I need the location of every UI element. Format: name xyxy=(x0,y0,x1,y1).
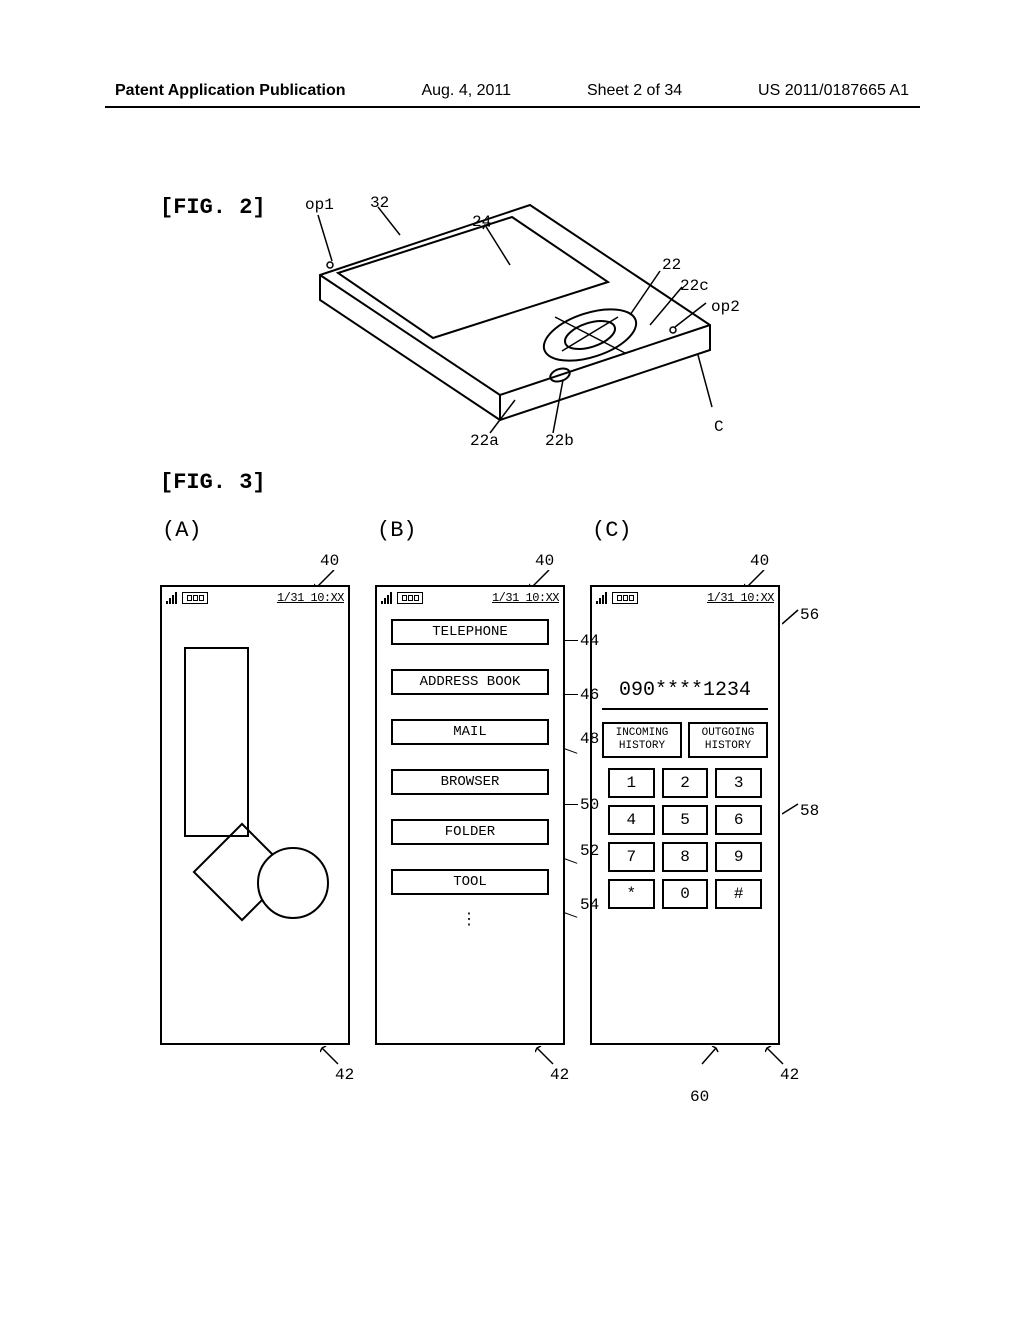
ref-40c: 40 xyxy=(750,552,769,570)
leader-58 xyxy=(782,800,804,822)
header-rule xyxy=(105,106,920,108)
ref-op2: op2 xyxy=(711,298,740,316)
key-hash[interactable]: # xyxy=(715,879,762,909)
phone-number-underline xyxy=(602,708,768,710)
key-1[interactable]: 1 xyxy=(608,768,655,798)
panel-letter-b: (B) xyxy=(377,518,417,543)
screen-a-standby: 1/31 10:XX xyxy=(160,585,350,1045)
menu-telephone[interactable]: TELEPHONE xyxy=(391,619,549,645)
sheet-number: Sheet 2 of 34 xyxy=(587,82,682,100)
key-4[interactable]: 4 xyxy=(608,805,655,835)
battery-icon xyxy=(397,592,423,604)
leader-52 xyxy=(564,858,577,864)
ref-50: 50 xyxy=(580,796,599,814)
leader-54 xyxy=(564,912,577,918)
menu-tool[interactable]: TOOL xyxy=(391,869,549,895)
ref-40a: 40 xyxy=(320,552,339,570)
fig3-label: [FIG. 3] xyxy=(160,470,266,495)
ref-22c: 22c xyxy=(680,277,709,295)
ref-46: 46 xyxy=(580,686,599,704)
battery-icon xyxy=(612,592,638,604)
ref-52: 52 xyxy=(580,842,599,860)
menu-folder[interactable]: FOLDER xyxy=(391,819,549,845)
status-bar: 1/31 10:XX xyxy=(162,587,348,609)
leader-44 xyxy=(564,640,578,641)
battery-icon xyxy=(182,592,208,604)
status-bar: 1/31 10:XX xyxy=(377,587,563,609)
signal-icon xyxy=(381,592,395,604)
panel-letter-c: (C) xyxy=(592,518,632,543)
incoming-l2: HISTORY xyxy=(619,740,665,752)
ref-op1: op1 xyxy=(305,196,334,214)
leader-42b xyxy=(535,1046,557,1068)
leader-56 xyxy=(782,608,804,630)
screen-c-dialer: 1/31 10:XX 090****1234 INCOMING HISTORY … xyxy=(590,585,780,1045)
ref-22b: 22b xyxy=(545,432,574,450)
signal-icon xyxy=(596,592,610,604)
menu-list: TELEPHONE ADDRESS BOOK MAIL BROWSER FOLD… xyxy=(377,609,563,939)
leader-42c xyxy=(765,1046,787,1068)
ref-44: 44 xyxy=(580,632,599,650)
key-9[interactable]: 9 xyxy=(715,842,762,872)
outgoing-l2: HISTORY xyxy=(705,740,751,752)
fig2-label: [FIG. 2] xyxy=(160,195,266,220)
status-datetime: 1/31 10:XX xyxy=(277,591,344,605)
screen-b-menu: 1/31 10:XX TELEPHONE ADDRESS BOOK MAIL B… xyxy=(375,585,565,1045)
wallpaper-rect xyxy=(184,647,249,837)
menu-browser[interactable]: BROWSER xyxy=(391,769,549,795)
ref-22: 22 xyxy=(662,256,681,274)
keypad: 1 2 3 4 5 6 7 8 9 * 0 # xyxy=(608,768,762,909)
status-datetime: 1/31 10:XX xyxy=(492,591,559,605)
key-0[interactable]: 0 xyxy=(662,879,709,909)
pub-date: Aug. 4, 2011 xyxy=(421,82,511,100)
outgoing-l1: OUTGOING xyxy=(702,727,755,739)
ref-40b: 40 xyxy=(535,552,554,570)
signal-icon xyxy=(166,592,180,604)
panel-letter-a: (A) xyxy=(162,518,202,543)
leader-60 xyxy=(700,1046,722,1068)
key-3[interactable]: 3 xyxy=(715,768,762,798)
ref-42c: 42 xyxy=(780,1066,799,1084)
status-datetime: 1/31 10:XX xyxy=(707,591,774,605)
key-8[interactable]: 8 xyxy=(662,842,709,872)
ref-48: 48 xyxy=(580,730,599,748)
key-2[interactable]: 2 xyxy=(662,768,709,798)
ref-24: 24 xyxy=(472,213,491,231)
pub-number: US 2011/0187665 A1 xyxy=(758,82,909,100)
status-bar: 1/31 10:XX xyxy=(592,587,778,609)
incoming-l1: INCOMING xyxy=(616,727,669,739)
leader-46 xyxy=(564,694,578,695)
key-7[interactable]: 7 xyxy=(608,842,655,872)
page-header: Patent Application Publication Aug. 4, 2… xyxy=(0,82,1024,100)
key-5[interactable]: 5 xyxy=(662,805,709,835)
ref-42a: 42 xyxy=(335,1066,354,1084)
ref-54: 54 xyxy=(580,896,599,914)
ref-22a: 22a xyxy=(470,432,499,450)
leader-42a xyxy=(320,1046,342,1068)
pub-label: Patent Application Publication xyxy=(115,82,346,100)
ref-32: 32 xyxy=(370,194,389,212)
outgoing-history-button[interactable]: OUTGOING HISTORY xyxy=(688,722,768,758)
key-star[interactable]: * xyxy=(608,879,655,909)
phone-number-display: 090****1234 xyxy=(592,609,778,702)
menu-more-indicator: ⋮ xyxy=(391,909,549,929)
wallpaper-circle xyxy=(257,847,329,919)
history-row: INCOMING HISTORY OUTGOING HISTORY xyxy=(602,722,768,758)
leader-48 xyxy=(564,748,577,754)
ref-C: C xyxy=(714,418,724,436)
fig2-drawing xyxy=(280,195,750,455)
leader-50 xyxy=(564,804,578,805)
key-6[interactable]: 6 xyxy=(715,805,762,835)
menu-address-book[interactable]: ADDRESS BOOK xyxy=(391,669,549,695)
ref-60: 60 xyxy=(690,1088,709,1106)
menu-mail[interactable]: MAIL xyxy=(391,719,549,745)
ref-42b: 42 xyxy=(550,1066,569,1084)
incoming-history-button[interactable]: INCOMING HISTORY xyxy=(602,722,682,758)
